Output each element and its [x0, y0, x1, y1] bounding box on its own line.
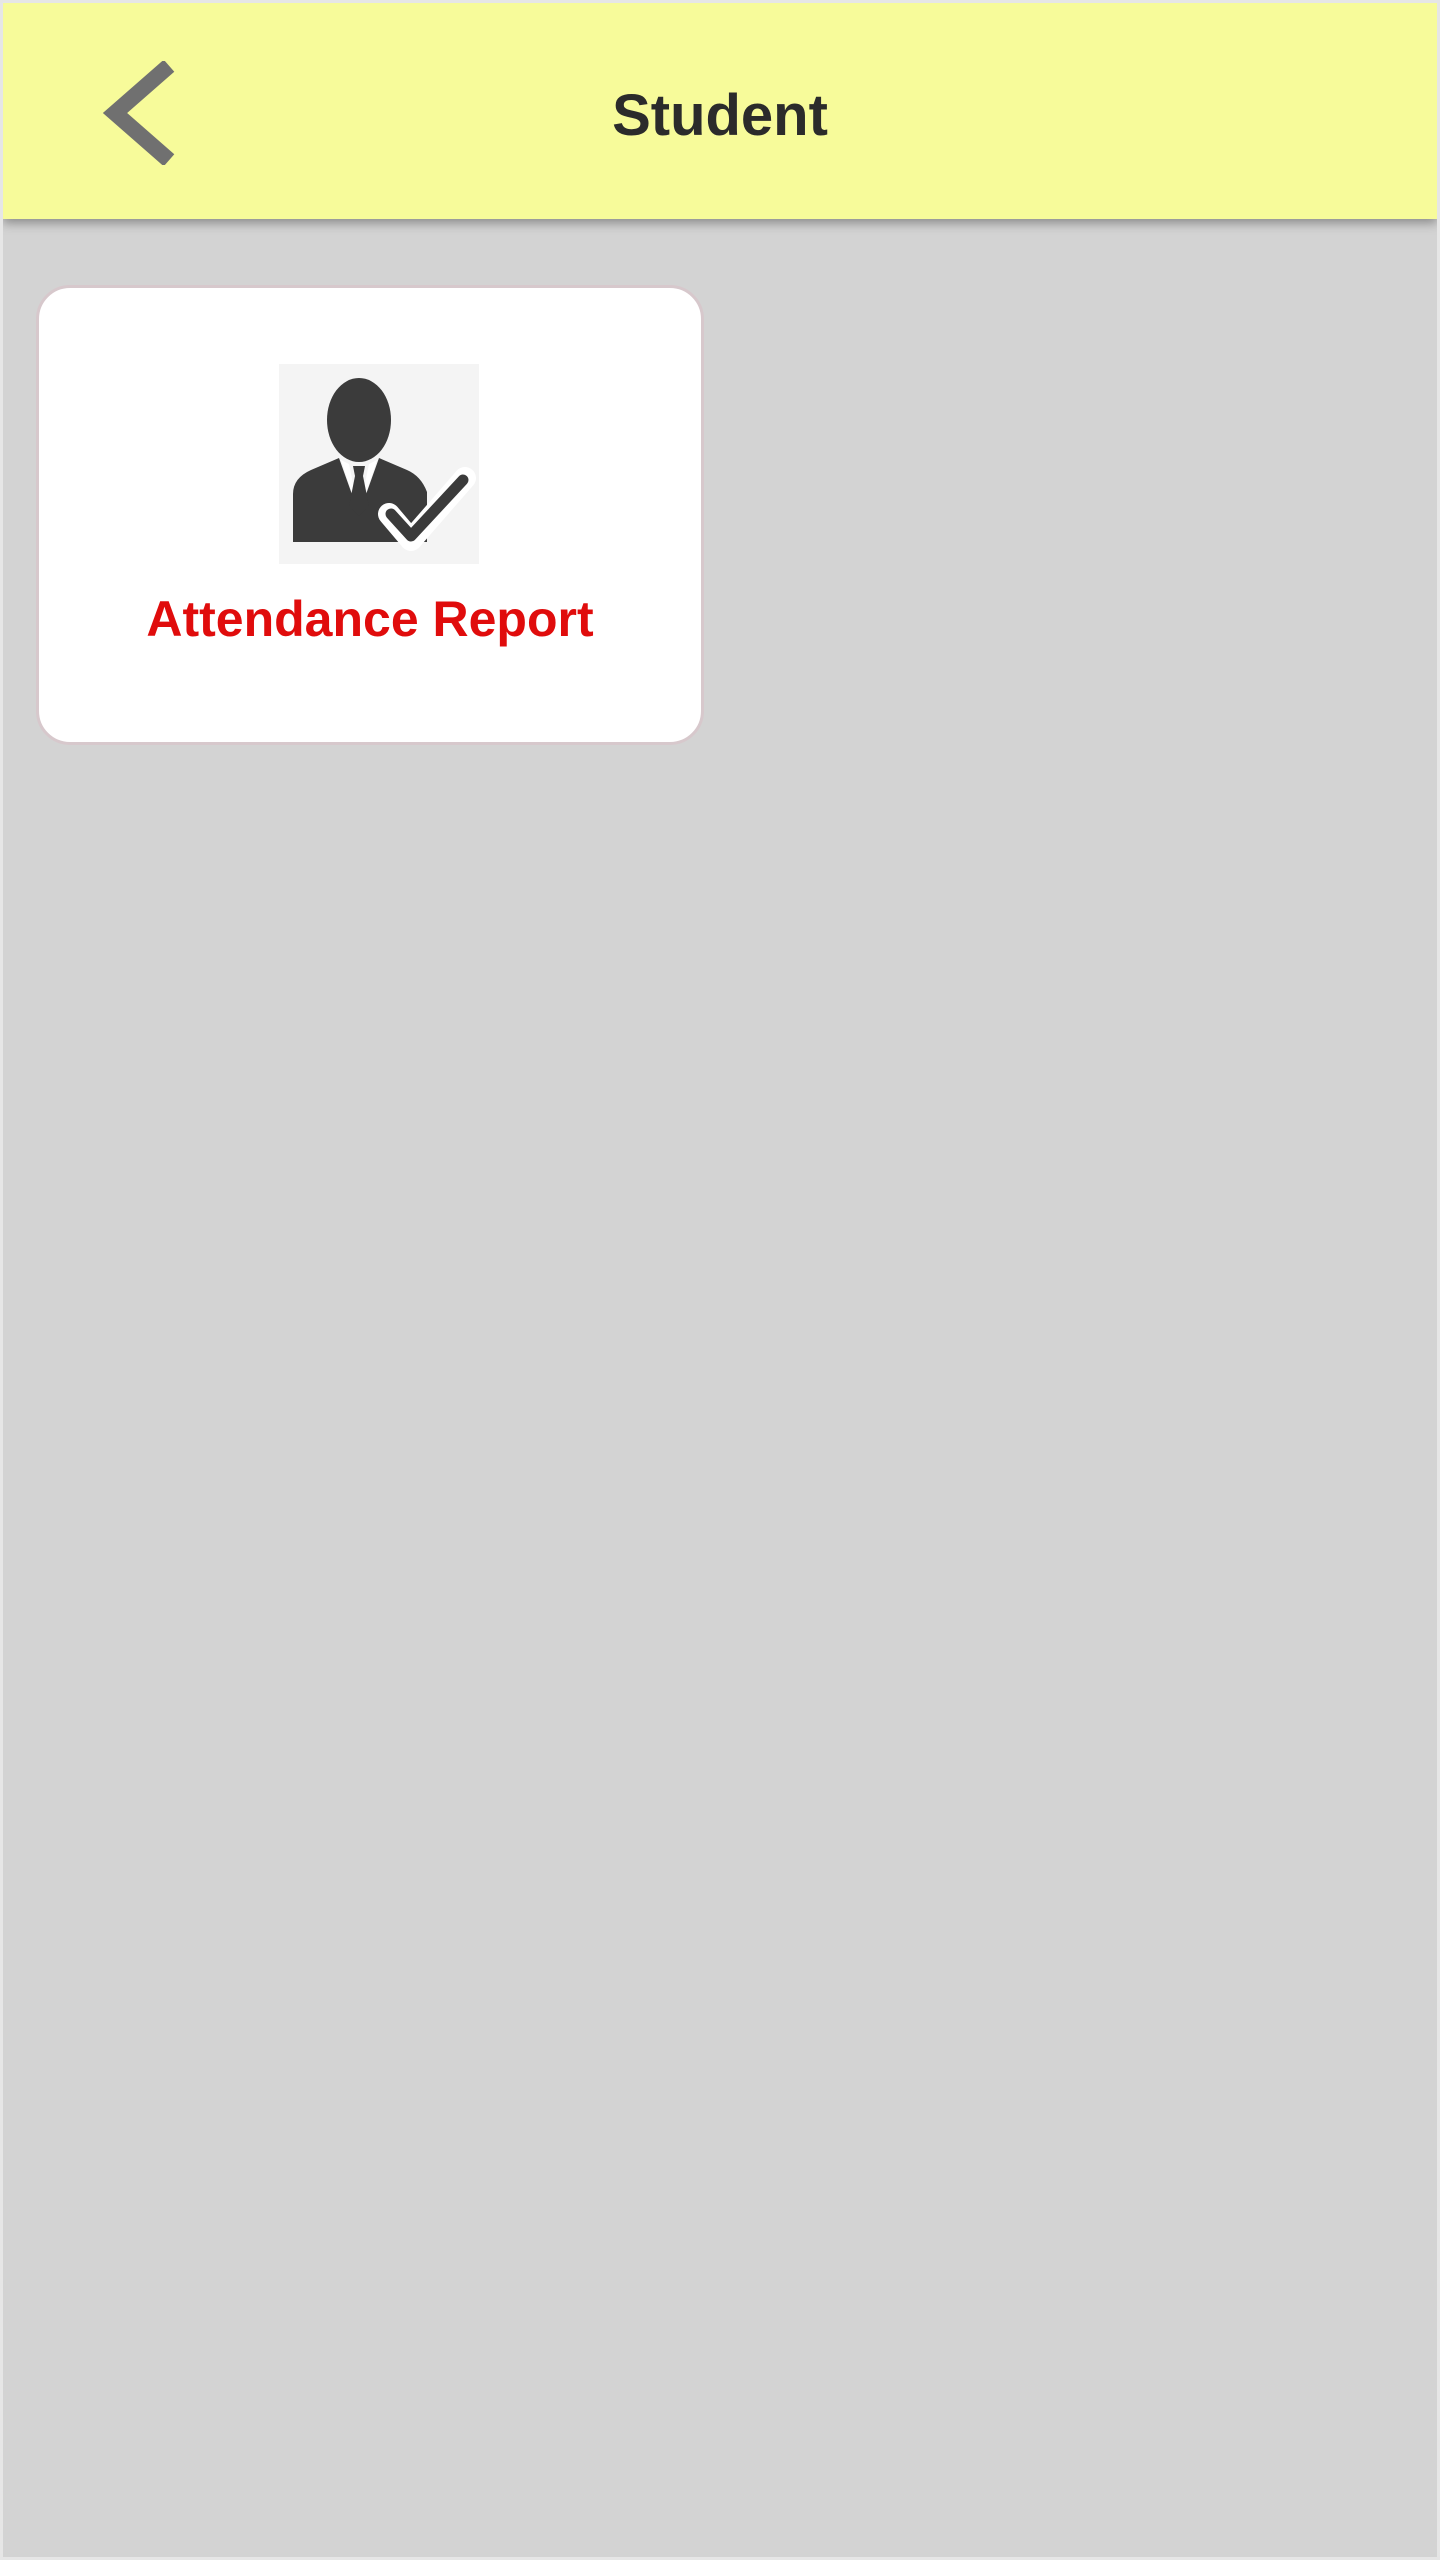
- app-bar: Student: [3, 3, 1437, 219]
- page-title: Student: [612, 83, 828, 148]
- menu-grid: Attendance Report: [3, 219, 1437, 2557]
- attendance-report-label: Attendance Report: [146, 591, 594, 647]
- student-screen: Student Attendance Report: [0, 0, 1440, 2560]
- attendance-report-card[interactable]: Attendance Report: [36, 285, 704, 745]
- user-check-icon: [279, 364, 479, 564]
